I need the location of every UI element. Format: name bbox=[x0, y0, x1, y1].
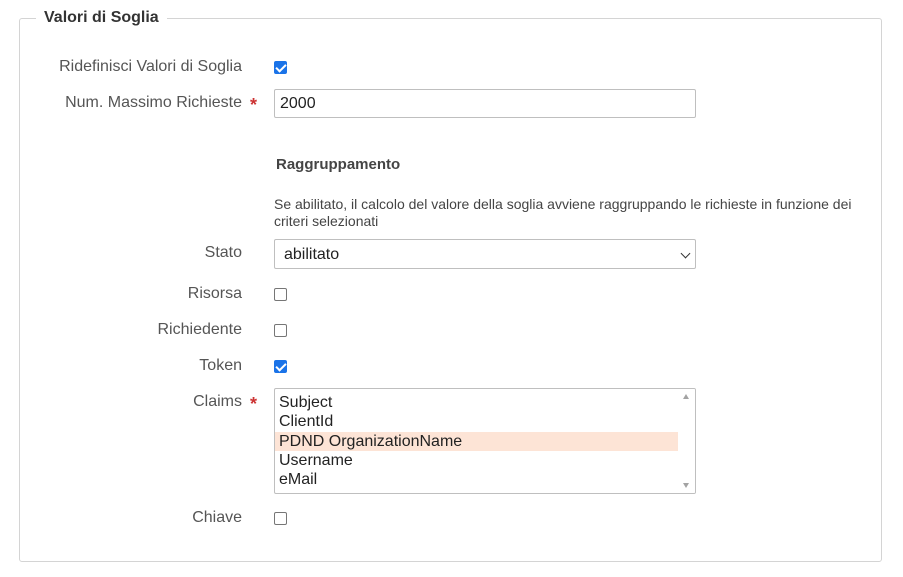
raggruppamento-help: Se abilitato, il calcolo del valore dell… bbox=[274, 196, 852, 229]
token-checkbox[interactable] bbox=[274, 360, 287, 373]
richiedente-label: Richiedente bbox=[157, 321, 243, 338]
token-label: Token bbox=[199, 357, 242, 374]
claims-listbox[interactable]: Subject ClientId PDND OrganizationName U… bbox=[274, 388, 696, 494]
stato-select-value: abilitato bbox=[284, 246, 340, 263]
claims-option-selected[interactable]: PDND OrganizationName bbox=[275, 432, 678, 451]
required-asterisk: * bbox=[250, 394, 258, 414]
listbox-scrollbar[interactable] bbox=[678, 389, 695, 493]
richiedente-checkbox[interactable] bbox=[274, 324, 287, 337]
claims-option[interactable]: Subject bbox=[275, 393, 678, 412]
stato-select[interactable]: abilitato bbox=[274, 239, 696, 269]
ridefinisci-label: Ridefinisci Valori di Soglia bbox=[59, 58, 242, 75]
ridefinisci-checkbox[interactable] bbox=[274, 61, 287, 74]
scroll-down-icon[interactable] bbox=[683, 483, 689, 488]
claims-option[interactable]: Username bbox=[275, 451, 678, 470]
claims-option[interactable]: ClientId bbox=[275, 412, 678, 431]
required-asterisk: * bbox=[250, 95, 258, 115]
num-massimo-label: Num. Massimo Richieste bbox=[65, 94, 242, 111]
chevron-down-icon bbox=[680, 248, 691, 259]
fieldset-legend: Valori di Soglia bbox=[36, 7, 167, 29]
raggruppamento-title: Raggruppamento bbox=[276, 156, 401, 173]
chiave-label: Chiave bbox=[192, 509, 242, 526]
risorsa-checkbox[interactable] bbox=[274, 288, 287, 301]
stato-label: Stato bbox=[204, 244, 242, 261]
scroll-up-icon[interactable] bbox=[683, 394, 689, 399]
claims-option[interactable]: eMail bbox=[275, 470, 678, 489]
claims-label: Claims bbox=[193, 393, 242, 410]
chiave-checkbox[interactable] bbox=[274, 512, 287, 525]
risorsa-label: Risorsa bbox=[187, 285, 242, 302]
num-massimo-input[interactable]: 2000 bbox=[274, 89, 696, 118]
